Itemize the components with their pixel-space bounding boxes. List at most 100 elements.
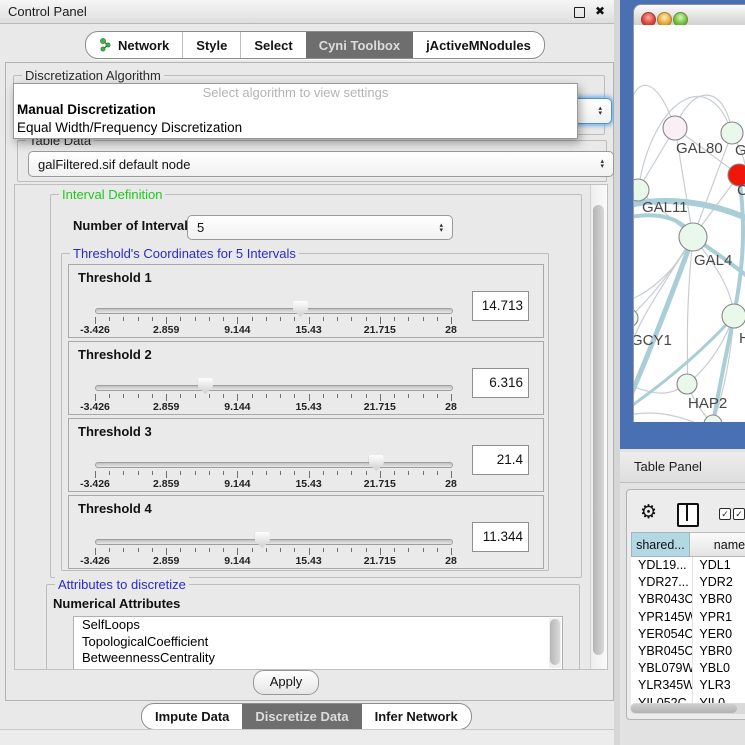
tab-discretize-data[interactable]: Discretize Data <box>242 704 361 729</box>
slider-tick <box>394 317 395 321</box>
slider-tick <box>252 317 253 321</box>
tab-impute-data[interactable]: Impute Data <box>142 704 242 729</box>
tab-infer-network[interactable]: Infer Network <box>362 704 471 729</box>
slider-tick <box>323 548 324 552</box>
slider-thumb[interactable] <box>293 301 308 317</box>
gear-icon[interactable] <box>640 502 657 522</box>
checkbox-icon[interactable] <box>719 508 731 520</box>
threshold-value-input[interactable]: 14.713 <box>472 291 529 321</box>
slider-tick <box>252 394 253 398</box>
checkbox-icon[interactable] <box>733 508 745 520</box>
attribute-item-topologicalcoefficient[interactable]: TopologicalCoefficient <box>74 634 562 651</box>
network-node-ga[interactable] <box>721 122 743 144</box>
network-node-gcy1[interactable] <box>633 309 638 327</box>
slider-tick <box>309 394 310 401</box>
slider-track[interactable] <box>95 308 453 314</box>
column-layout-icon[interactable] <box>677 503 699 527</box>
attribute-item-selfloops[interactable]: SelfLoops <box>74 617 562 634</box>
threshold-label: Threshold 1 <box>78 270 152 285</box>
threshold-panel-2: Threshold 2-3.4262.8599.14415.4321.71528… <box>68 341 544 415</box>
algorithm-option-equal-width-frequency-discretization[interactable]: Equal Width/Frequency Discretization <box>14 119 577 137</box>
column-header-shared[interactable]: shared... <box>631 532 690 557</box>
table-data-group: Table Data galFiltered.sif default node <box>17 140 607 182</box>
slider-tick-label: -3.426 <box>80 555 110 567</box>
network-node-hap2[interactable] <box>677 374 697 394</box>
table-data-combo[interactable]: galFiltered.sif default node <box>28 151 614 177</box>
slider-tick <box>423 471 424 475</box>
table-row[interactable]: YPR145WYPR1 <box>631 609 745 626</box>
tab-cyni-toolbox[interactable]: Cyni Toolbox <box>306 32 413 58</box>
tab-label: Discretize Data <box>255 709 348 724</box>
threshold-value-input[interactable]: 11.344 <box>472 522 529 552</box>
table-row[interactable]: YDL19...YDL1 <box>631 557 745 574</box>
algorithm-dropdown-popup: Select algorithm to view settings Manual… <box>13 83 578 139</box>
network-node-h[interactable] <box>722 304 745 328</box>
network-window-titlebar[interactable] <box>633 4 745 27</box>
table-cell: YBR043C <box>631 591 692 608</box>
slider-tick <box>152 548 153 552</box>
table-horizontal-scrollbar[interactable] <box>630 703 745 714</box>
slider-thumb[interactable] <box>198 378 213 394</box>
slider-tick <box>337 471 338 475</box>
slider-tick <box>323 317 324 321</box>
number-of-intervals-value: 5 <box>197 220 204 235</box>
tab-jactivemnodules[interactable]: jActiveMNodules <box>413 32 544 58</box>
attributes-scrollbar[interactable] <box>549 618 561 668</box>
slider-tick <box>180 317 181 321</box>
algorithm-option-manual-discretization[interactable]: Manual Discretization <box>14 101 577 119</box>
slider-tick <box>109 548 110 552</box>
slider-tick <box>237 317 238 324</box>
table-row[interactable]: YLR345WYLR3 <box>631 677 745 694</box>
table-cell: YLR345W <box>631 677 692 694</box>
float-window-icon[interactable] <box>574 7 585 18</box>
slider-tick-label: 28 <box>445 478 457 490</box>
slider-track[interactable] <box>95 462 453 468</box>
slider-thumb[interactable] <box>255 532 270 548</box>
slider-tick <box>138 317 139 321</box>
table-cell: YDR2 <box>692 574 745 591</box>
apply-button[interactable]: Apply <box>253 670 319 695</box>
number-of-intervals-combo[interactable]: 5 <box>187 215 453 240</box>
slider-track[interactable] <box>95 539 453 545</box>
interval-definition-group: Interval Definition Number of Intervals … <box>50 194 582 578</box>
threshold-value-input[interactable]: 21.4 <box>472 445 529 475</box>
slider-tick <box>451 548 452 555</box>
slider-tick-label: 2.859 <box>153 555 179 567</box>
slider-tick-label: -3.426 <box>80 324 110 336</box>
tab-label: jActiveMNodules <box>426 38 531 53</box>
slider-tick <box>394 548 395 552</box>
slider-tick <box>280 548 281 552</box>
attributes-list[interactable]: SelfLoopsTopologicalCoefficientBetweenne… <box>73 616 563 670</box>
table-panel-header: Table Panel <box>620 452 745 483</box>
tab-select[interactable]: Select <box>240 32 305 58</box>
network-node[interactable] <box>704 415 722 422</box>
network-node-gal11[interactable] <box>633 179 649 201</box>
column-header-name[interactable]: name <box>690 532 745 557</box>
table-row[interactable]: YDR27...YDR2 <box>631 574 745 591</box>
slider-thumb[interactable] <box>369 455 384 471</box>
slider-track[interactable] <box>95 385 453 391</box>
table-row[interactable]: YBR043CYBR0 <box>631 591 745 608</box>
table-row[interactable]: YBL079WYBL0 <box>631 660 745 677</box>
threshold-value-input[interactable]: 6.316 <box>472 368 529 398</box>
tab-style[interactable]: Style <box>182 32 240 58</box>
network-node-gal4[interactable] <box>679 223 707 251</box>
settings-vertical-scrollbar[interactable] <box>590 185 607 669</box>
close-icon[interactable] <box>592 0 608 23</box>
network-canvas[interactable]: GAL80GACGAL11GAL4HGCY1HAP2 <box>633 25 745 422</box>
network-node-gal80[interactable] <box>663 116 687 140</box>
slider-tick <box>451 394 452 401</box>
table-row[interactable]: YBR045CYBR0 <box>631 643 745 660</box>
table-row[interactable]: YER054CYER0 <box>631 626 745 643</box>
screen: Control Panel NetworkStyleSelectCyni Too… <box>0 0 745 745</box>
table-cell: YBL079W <box>631 660 692 677</box>
slider-tick <box>252 471 253 475</box>
tab-label: Network <box>118 38 169 53</box>
slider-tick <box>437 471 438 475</box>
slider-tick <box>123 317 124 321</box>
slider-tick <box>166 471 167 478</box>
slider-tick-label: 28 <box>445 401 457 413</box>
attribute-item-betweennesscentrality[interactable]: BetweennessCentrality <box>74 650 562 667</box>
tab-network[interactable]: Network <box>86 32 182 58</box>
tab-label: Select <box>254 38 292 53</box>
